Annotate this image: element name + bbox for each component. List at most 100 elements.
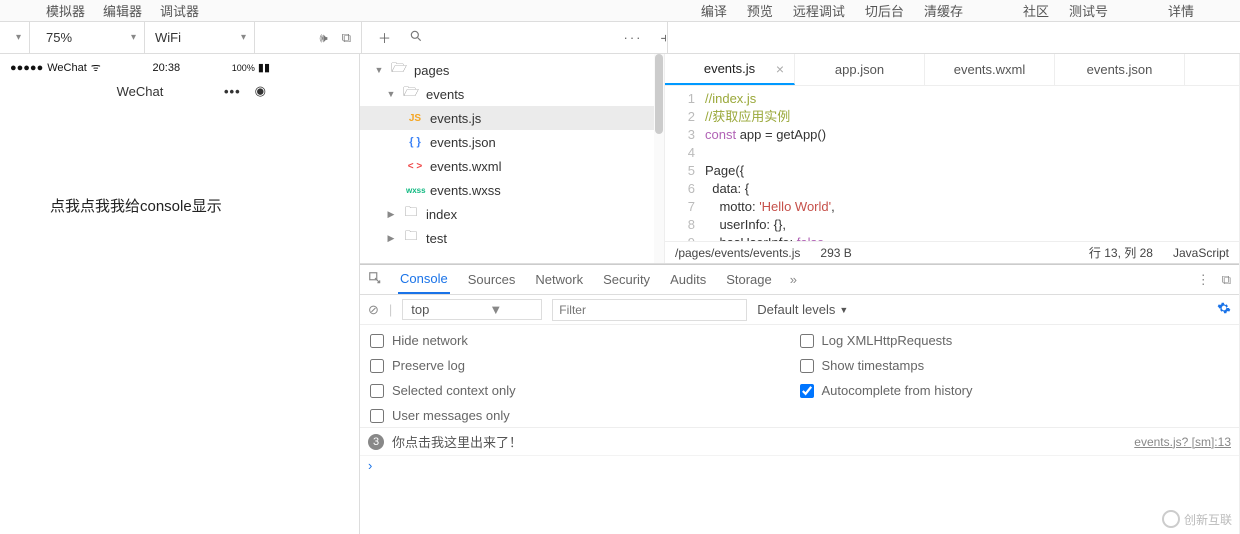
dock-icon[interactable]: ⧉ <box>1222 272 1231 288</box>
tab-label: events.js <box>704 61 755 76</box>
file-explorer[interactable]: ▼ 🗁 pages ▼🗁events JS events.js { }events.j… <box>360 54 665 263</box>
folder-open-icon: 🗁 <box>390 59 408 81</box>
device-dropdown[interactable]: ▾ <box>0 22 30 53</box>
chk-user-messages[interactable]: User messages only <box>370 408 800 423</box>
menu-community[interactable]: 社区 <box>1023 1 1049 20</box>
levels-label: Default levels <box>757 302 835 317</box>
file-events-wxml[interactable]: < > events.wxml <box>360 154 664 178</box>
js-icon: JS <box>406 113 424 124</box>
console-log-row[interactable]: 3 你点击我这里出来了！ events.js? [sm]:13 <box>360 428 1239 456</box>
chk-preserve-log[interactable]: Preserve log <box>370 358 800 373</box>
tab-label: app.json <box>835 62 884 77</box>
cursor-pos: 行 13, 列 28 <box>1089 244 1153 261</box>
menu-preview[interactable]: 预览 <box>747 1 773 20</box>
add-icon[interactable]: ＋ <box>378 28 391 47</box>
top-menu: 模拟器 编辑器 调试器 编译 预览 远程调试 切后台 清缓存 社区 测试号 详情 <box>0 0 1240 22</box>
menu-debugger[interactable]: 调试器 <box>160 1 199 20</box>
file-events-js[interactable]: JS events.js <box>360 106 664 130</box>
menu-test[interactable]: 测试号 <box>1069 1 1108 20</box>
wxml-icon: < > <box>406 161 424 172</box>
chk-hide-network[interactable]: Hide network <box>370 333 800 348</box>
chk-autocomplete[interactable]: Autocomplete from history <box>800 383 1230 398</box>
chevron-down-icon: ▼ <box>839 305 848 315</box>
tab-sources[interactable]: Sources <box>466 265 518 294</box>
network-dropdown[interactable]: WiFi ▾ <box>145 22 255 53</box>
folder-events[interactable]: ▼🗁events <box>360 82 664 106</box>
context-select[interactable]: top▼ <box>402 299 542 320</box>
tab-audits[interactable]: Audits <box>668 265 708 294</box>
menu-remote-debug[interactable]: 远程调试 <box>793 1 845 20</box>
menu-compile[interactable]: 编译 <box>701 1 727 20</box>
wifi-icon: ᯤ <box>91 60 101 75</box>
menu-details[interactable]: 详情 <box>1168 1 1194 20</box>
folder-label: pages <box>414 63 449 78</box>
network-value: WiFi <box>155 30 181 45</box>
file-label: events.wxss <box>430 183 501 198</box>
clear-console-icon[interactable]: ⊘ <box>368 302 379 318</box>
tab-security[interactable]: Security <box>601 265 652 294</box>
folder-test[interactable]: ▶🗀test <box>360 226 664 250</box>
inspect-icon[interactable] <box>368 271 382 288</box>
tab-console[interactable]: Console <box>398 265 450 294</box>
code-lines[interactable]: //index.js//获取应用实例const app = getApp()Pa… <box>705 86 1239 241</box>
menu-clear-cache[interactable]: 清缓存 <box>924 1 963 20</box>
log-source-link[interactable]: events.js? [sm]:13 <box>1134 435 1231 449</box>
tree-scrollbar[interactable] <box>654 54 664 263</box>
carrier-label: WeChat <box>47 62 87 74</box>
tab-network[interactable]: Network <box>533 265 585 294</box>
file-size: 293 B <box>820 246 851 260</box>
tab-events-wxml[interactable]: events.wxml <box>925 54 1055 85</box>
line-gutter: 12345678910 <box>665 86 705 241</box>
editor-status-bar: /pages/events/events.js 293 B 行 13, 列 28… <box>665 241 1239 263</box>
more-icon[interactable]: ··· <box>624 30 643 45</box>
zoom-dropdown[interactable]: 75%▾ <box>30 22 145 53</box>
watermark: 创新互联 <box>1162 510 1232 528</box>
menu-simulator[interactable]: 模拟器 <box>46 1 85 20</box>
wxss-icon: wxss <box>406 186 424 195</box>
console-settings: Hide network Preserve log Selected conte… <box>360 325 1239 428</box>
search-icon[interactable] <box>409 29 423 46</box>
console-prompt[interactable]: › <box>360 456 1239 475</box>
filter-input[interactable] <box>552 299 747 321</box>
chk-selected-context[interactable]: Selected context only <box>370 383 800 398</box>
file-events-json[interactable]: { }events.json <box>360 130 664 154</box>
tap-me-text[interactable]: 点我点我我给console显示 <box>50 198 222 215</box>
chevron-down-icon: ▼ <box>386 89 396 99</box>
language-mode[interactable]: JavaScript <box>1173 246 1229 260</box>
tab-storage[interactable]: Storage <box>724 265 774 294</box>
file-path: /pages/events/events.js <box>675 246 800 260</box>
menu-background[interactable]: 切后台 <box>865 1 904 20</box>
log-levels-select[interactable]: Default levels ▼ <box>757 302 848 317</box>
folder-index[interactable]: ▶🗀index <box>360 202 664 226</box>
capsule-more-icon[interactable]: ••• <box>224 84 241 99</box>
kebab-icon[interactable]: ⋮ <box>1197 272 1210 288</box>
file-label: events.wxml <box>430 159 502 174</box>
simulator-panel: ●●●●● WeChat ᯤ 20:38 100% ▮▮ WeChat ••• … <box>0 54 360 534</box>
chevron-down-icon: ▾ <box>241 32 246 43</box>
editor-tabs: events.js × app.json events.wxml events.j… <box>665 54 1239 86</box>
chk-show-timestamps[interactable]: Show timestamps <box>800 358 1230 373</box>
chk-log-xhr[interactable]: Log XMLHttpRequests <box>800 333 1230 348</box>
json-icon: { } <box>406 136 424 148</box>
tab-events-json[interactable]: events.json <box>1055 54 1185 85</box>
close-icon[interactable]: × <box>776 61 784 77</box>
folder-icon: 🗀 <box>402 203 420 225</box>
code-editor[interactable]: 12345678910 //index.js//获取应用实例const app … <box>665 86 1239 241</box>
capsule-target-icon[interactable]: ◉ <box>255 83 266 99</box>
folder-pages[interactable]: ▼🗁pages <box>360 58 664 82</box>
menu-editor[interactable]: 编辑器 <box>103 1 142 20</box>
file-label: events.js <box>430 111 481 126</box>
file-events-wxss[interactable]: wxss events.wxss <box>360 178 664 202</box>
chevron-right-icon: ▶ <box>386 209 396 220</box>
signal-icon: ●●●●● <box>10 62 43 74</box>
popout-icon[interactable]: ⧉ <box>342 30 351 46</box>
tab-app-json[interactable]: app.json <box>795 54 925 85</box>
tabs-overflow-icon[interactable]: » <box>790 272 797 287</box>
folder-icon: 🗀 <box>402 227 420 249</box>
sim-device: ●●●●● WeChat ᯤ 20:38 100% ▮▮ WeChat ••• … <box>0 54 280 216</box>
tab-events-js[interactable]: events.js × <box>665 54 795 85</box>
mute-icon[interactable]: 🕪 <box>320 30 328 46</box>
gear-icon[interactable] <box>1217 301 1231 318</box>
folder-label: events <box>426 87 464 102</box>
chevron-right-icon: ▶ <box>386 233 396 244</box>
